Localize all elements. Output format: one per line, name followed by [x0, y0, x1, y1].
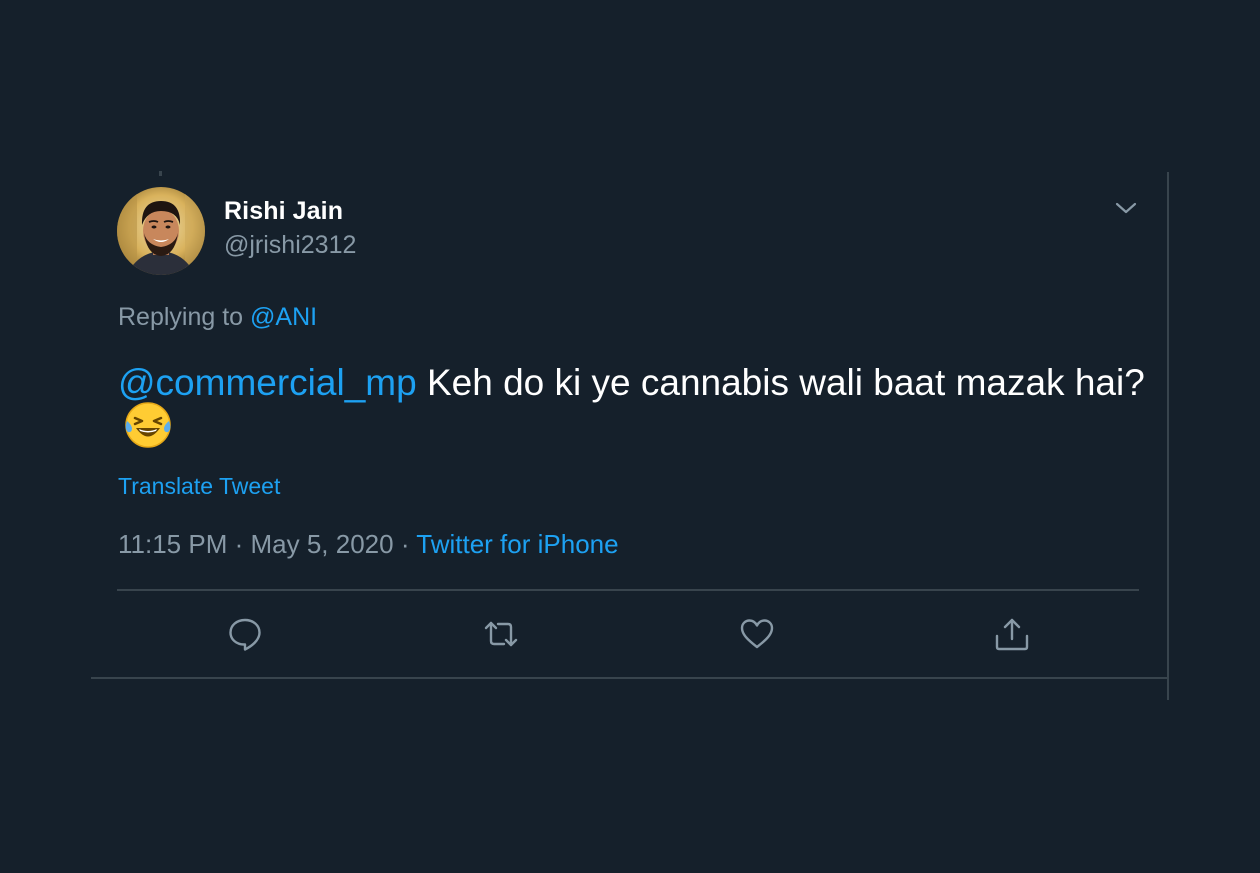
author-handle[interactable]: @jrishi2312	[224, 231, 356, 260]
replying-to-mention[interactable]: @ANI	[250, 303, 317, 331]
tweet-source-link[interactable]: Twitter for iPhone	[416, 529, 618, 559]
share-button[interactable]	[993, 615, 1031, 653]
replying-to-line: Replying to @ANI	[118, 303, 317, 332]
like-button[interactable]	[738, 615, 776, 653]
avatar[interactable]	[117, 187, 205, 275]
tweet-date[interactable]: May 5, 2020	[251, 529, 394, 559]
tweet-metadata: 11:15 PM · May 5, 2020 · Twitter for iPh…	[118, 529, 619, 560]
share-upload-icon	[995, 618, 1029, 651]
comment-bubble-icon	[229, 618, 261, 651]
tweet-time[interactable]: 11:15 PM	[118, 529, 227, 559]
heart-icon	[740, 619, 774, 649]
meta-separator: ·	[400, 529, 410, 559]
chevron-down-icon[interactable]	[1114, 198, 1138, 218]
tweet-text: @commercial_mp Keh do ki ye cannabis wal…	[118, 357, 1148, 465]
thread-connector-dot	[159, 171, 162, 176]
face-with-tears-of-joy-icon	[122, 399, 174, 465]
retweet-button[interactable]	[482, 615, 520, 653]
replying-prefix: Replying to	[118, 303, 244, 331]
translate-tweet-link[interactable]: Translate Tweet	[118, 473, 280, 500]
meta-separator: ·	[234, 529, 244, 559]
author-display-name[interactable]: Rishi Jain	[224, 197, 343, 226]
retweet-icon	[484, 621, 518, 647]
reply-button[interactable]	[226, 615, 264, 653]
tweet-body-text: Keh do ki ye cannabis wali baat mazak ha…	[416, 362, 1145, 403]
tweet-bottom-border	[91, 677, 1168, 679]
column-border-right	[1167, 172, 1169, 700]
actions-divider	[117, 589, 1139, 591]
tweet-mention-link[interactable]: @commercial_mp	[118, 362, 417, 403]
tweet-page: Rishi Jain @jrishi2312 Replying to @ANI …	[0, 0, 1260, 873]
